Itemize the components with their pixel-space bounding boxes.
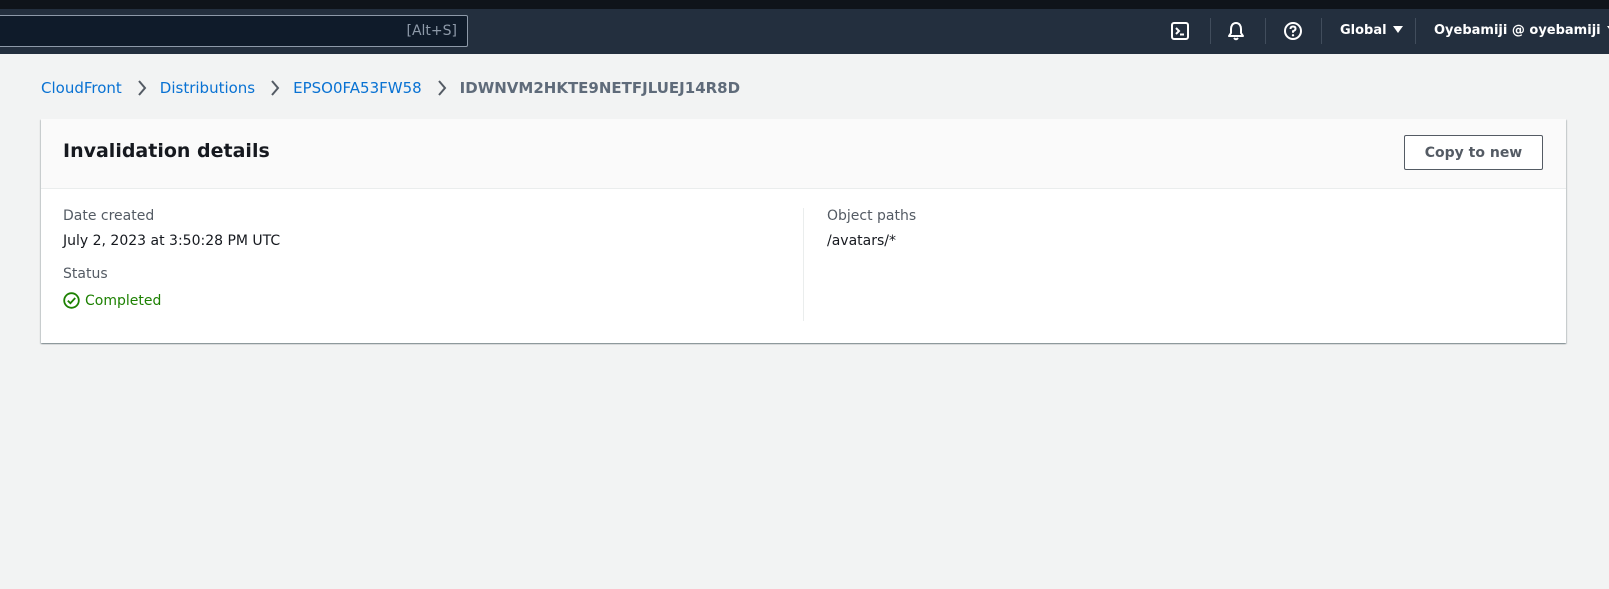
- object-paths-value: /avatars/*: [827, 233, 896, 249]
- account-label: Oyebamiji @ oyebamiji: [1434, 23, 1601, 38]
- breadcrumb-distributions[interactable]: Distributions: [160, 79, 255, 97]
- caret-down-icon: [1392, 26, 1403, 33]
- status-badge: Completed: [63, 292, 783, 309]
- top-navigation-bar: [Alt+S] Global Oyebamiji @ oyebamiji: [0, 9, 1609, 54]
- nav-separator: [1265, 18, 1266, 44]
- chevron-right-icon: [270, 80, 280, 96]
- nav-separator: [1321, 18, 1322, 44]
- breadcrumb-cloudfront[interactable]: CloudFront: [41, 79, 122, 97]
- browser-top-strip: [0, 0, 1609, 9]
- status-label: Status: [63, 266, 108, 282]
- chevron-right-icon: [437, 80, 447, 96]
- help-icon[interactable]: [1282, 20, 1304, 42]
- copy-to-new-button[interactable]: Copy to new: [1404, 135, 1543, 170]
- region-selector[interactable]: Global: [1340, 23, 1403, 38]
- date-created-label: Date created: [63, 208, 155, 224]
- details-right-column: Object paths /avatars/*: [827, 208, 1527, 249]
- status-value: Completed: [85, 292, 162, 309]
- nav-separator: [1415, 18, 1416, 44]
- details-left-column: Date created July 2, 2023 at 3:50:28 PM …: [63, 208, 783, 309]
- region-label: Global: [1340, 23, 1387, 38]
- invalidation-details-panel: Invalidation details Copy to new Date cr…: [41, 119, 1566, 343]
- breadcrumb-distribution-id[interactable]: EPSO0FA53FW58: [293, 79, 422, 97]
- object-paths-label: Object paths: [827, 208, 917, 224]
- chevron-right-icon: [137, 80, 147, 96]
- check-circle-icon: [63, 292, 80, 309]
- date-created-value: July 2, 2023 at 3:50:28 PM UTC: [63, 233, 281, 249]
- cloudshell-icon[interactable]: [1169, 20, 1191, 42]
- breadcrumb: CloudFront Distributions EPSO0FA53FW58 I…: [41, 78, 740, 98]
- search-shortcut-hint: [Alt+S]: [406, 23, 458, 39]
- panel-title: Invalidation details: [63, 140, 270, 162]
- account-menu[interactable]: Oyebamiji @ oyebamiji: [1434, 23, 1609, 38]
- bell-icon[interactable]: [1225, 20, 1247, 42]
- nav-separator: [1210, 18, 1211, 44]
- column-divider: [803, 208, 804, 321]
- panel-header: Invalidation details Copy to new: [41, 119, 1566, 189]
- breadcrumb-current-invalidation: IDWNVM2HKTE9NETFJLUEJ14R8D: [459, 79, 741, 97]
- search-input[interactable]: [Alt+S]: [0, 15, 468, 47]
